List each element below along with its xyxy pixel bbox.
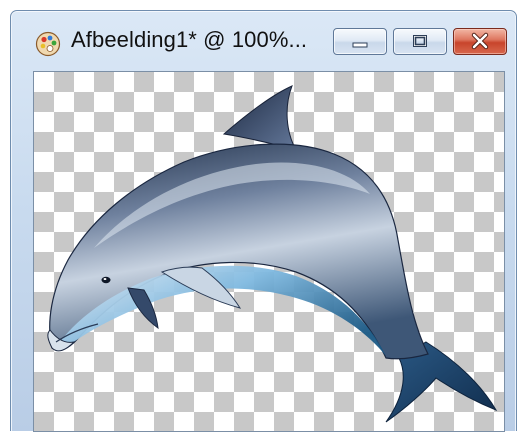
maximize-icon: [413, 35, 427, 47]
close-button[interactable]: [453, 28, 507, 55]
dolphin-icon: [47, 85, 498, 423]
image-window: Afbeelding1* @ 100%...: [10, 10, 517, 432]
paint-palette-icon[interactable]: [35, 31, 61, 57]
image-canvas[interactable]: [33, 71, 505, 432]
minimize-icon: [352, 42, 368, 48]
minimize-button[interactable]: [333, 28, 387, 55]
close-icon: [471, 32, 489, 50]
window-title: Afbeelding1* @ 100%...: [71, 27, 308, 52]
window-titlebar[interactable]: Afbeelding1* @ 100%...: [11, 11, 516, 69]
maximize-button[interactable]: [393, 28, 447, 55]
